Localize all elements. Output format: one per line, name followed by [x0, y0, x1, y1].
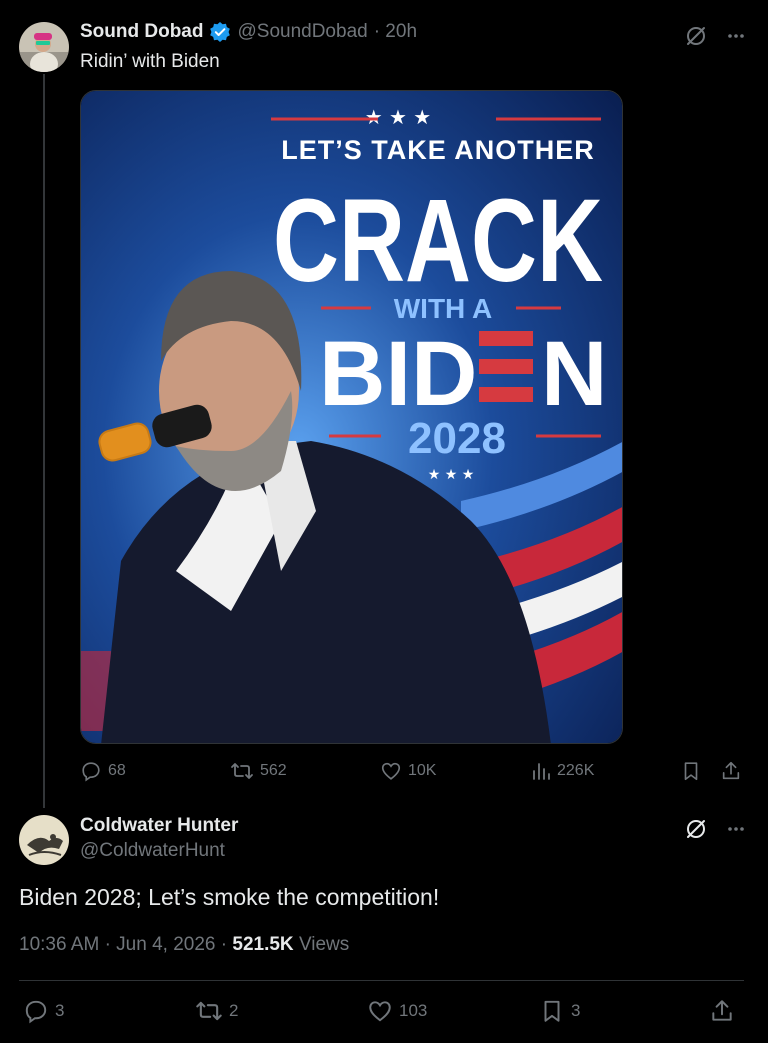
repost-button[interactable]: 562 [230, 760, 287, 782]
repost-icon [231, 763, 253, 779]
svg-text:★ ★ ★: ★ ★ ★ [428, 467, 475, 483]
verified-badge-icon[interactable] [209, 21, 231, 43]
share-icon [712, 1000, 732, 1021]
poster-line3: WITH A [394, 293, 493, 324]
display-name[interactable]: Sound Dobad [80, 21, 203, 43]
meta-separator: · [220, 934, 228, 955]
grok-icon[interactable] [684, 817, 708, 841]
bookmark-button[interactable]: 3 [539, 998, 580, 1024]
like-count: 10K [408, 762, 437, 779]
grok-icon[interactable] [684, 24, 708, 48]
like-button[interactable]: 10K [380, 760, 436, 782]
tweet1-action-bar: 68 562 10K 226K [80, 760, 744, 786]
divider [19, 980, 744, 981]
thread-line [43, 74, 45, 808]
like-count: 103 [399, 1001, 428, 1020]
views-total: 521.5K [232, 934, 294, 955]
reply-icon [82, 762, 100, 782]
poster-line4a: BID [319, 323, 477, 425]
reply-button[interactable]: 68 [80, 760, 126, 782]
reply-icon [25, 1000, 47, 1024]
share-icon [722, 761, 740, 780]
poster-line1: LET’S TAKE ANOTHER [281, 135, 595, 165]
tweet-date[interactable]: Jun 4, 2026 [116, 934, 215, 955]
heart-icon [381, 762, 401, 780]
tweet1-top-icons [684, 24, 746, 48]
tweet1-media[interactable]: ★ ★ ★ LET’S TAKE ANOTHER CRACK WITH A BI… [80, 90, 623, 744]
reply-count: 68 [108, 762, 126, 779]
reply-count: 3 [55, 1001, 65, 1020]
tweet2-top-icons [684, 817, 746, 841]
share-button[interactable] [720, 760, 742, 782]
meta-separator: · [104, 934, 111, 955]
poster-line4b: N [541, 323, 607, 425]
reply-button[interactable]: 3 [23, 998, 64, 1024]
views-count: 226K [557, 762, 595, 779]
views-icon [533, 763, 550, 780]
views-button[interactable]: 226K [531, 760, 594, 782]
tweet2-text: Biden 2028; Let’s smoke the competition! [19, 884, 440, 910]
more-icon[interactable] [726, 819, 746, 839]
poster-line2: CRACK [273, 175, 603, 307]
repost-count: 562 [260, 762, 287, 779]
campaign-poster-image: ★ ★ ★ LET’S TAKE ANOTHER CRACK WITH A BI… [81, 91, 622, 743]
repost-icon [196, 1001, 222, 1021]
tweet1-header: Sound Dobad @SoundDobad · 20h [80, 21, 417, 43]
handle[interactable]: @SoundDobad [237, 21, 367, 43]
heart-icon [369, 1001, 391, 1022]
avatar-sound-dobad[interactable] [19, 22, 69, 72]
repost-button[interactable]: 2 [195, 998, 238, 1024]
tweet-time[interactable]: 10:36 AM [19, 934, 99, 955]
views-label: Views [298, 934, 350, 955]
more-icon[interactable] [726, 26, 746, 46]
bookmark-icon [544, 1000, 560, 1022]
avatar-coldwater-hunter[interactable] [19, 815, 69, 865]
like-button[interactable]: 103 [367, 998, 427, 1024]
poster-line5: 2028 [408, 414, 506, 463]
share-button[interactable] [709, 998, 735, 1024]
tweet-meta: 10:36 AM · Jun 4, 2026 · 521.5K Views [19, 934, 349, 956]
handle[interactable]: @ColdwaterHunt [80, 840, 225, 862]
repost-count: 2 [229, 1001, 239, 1020]
display-name[interactable]: Coldwater Hunter [80, 815, 238, 837]
tweet1-text: Ridin’ with Biden [80, 51, 220, 72]
bookmark-icon [684, 762, 698, 781]
bookmark-count: 3 [571, 1001, 581, 1020]
tweet2-action-bar: 3 2 103 3 [19, 998, 744, 1028]
timestamp[interactable]: · 20h [374, 21, 417, 43]
bookmark-button[interactable] [680, 760, 702, 782]
svg-text:★ ★ ★: ★ ★ ★ [365, 105, 432, 129]
